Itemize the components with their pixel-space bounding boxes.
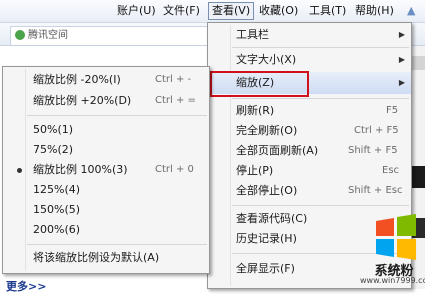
view-item-toolbar[interactable]: 工具栏 ▶ [208,25,411,45]
menu-separator [27,244,207,245]
shirt-icon[interactable]: ▲ [404,3,418,19]
menu-account[interactable]: 账户(U) [114,3,159,19]
menu-tools[interactable]: 工具(T) [306,3,349,19]
zoom-item-100[interactable]: 缩放比例 100%(3) Ctrl + 0 [3,160,209,180]
view-item-full-refresh[interactable]: 完全刷新(O) Ctrl + F5 [208,121,411,141]
menu-favorites[interactable]: 收藏(O) [256,3,301,19]
more-link[interactable]: 更多>> [6,278,46,294]
menu-separator [232,205,409,206]
globe-icon [15,30,25,40]
menu-separator [27,115,207,116]
zoom-item-set-default[interactable]: 将该缩放比例设为默认(A) [3,248,209,268]
zoom-item-125[interactable]: 125%(4) [3,180,209,200]
red-highlight-box [210,71,309,97]
tab-qzone[interactable]: 腾讯空间 [10,26,216,45]
menu-view[interactable]: 查看(V) [208,2,255,20]
submenu-arrow-icon: ▶ [398,78,405,87]
tab-label: 腾讯空间 [28,30,68,41]
zoom-item-increase[interactable]: 缩放比例 +20%(D) Ctrl + = [3,91,209,111]
view-item-refresh-all[interactable]: 全部页面刷新(A) Shift + F5 [208,141,411,161]
menu-bar: 账户(U) 文件(F) 查看(V) 收藏(O) 工具(T) 帮助(H) ▲ [0,0,425,23]
logo-url: www.win7999.com [360,276,425,285]
zoom-item-decrease[interactable]: 缩放比例 -20%(I) Ctrl + - [3,70,209,90]
zoom-item-150[interactable]: 150%(5) [3,200,209,220]
menu-help[interactable]: 帮助(H) [352,3,397,19]
submenu-arrow-icon: ▶ [398,30,405,39]
view-item-stop[interactable]: 停止(P) Esc [208,161,411,181]
view-item-refresh[interactable]: 刷新(R) F5 [208,101,411,121]
view-item-text-size[interactable]: 文字大小(X) ▶ [208,50,411,70]
submenu-arrow-icon: ▶ [398,55,405,64]
checked-radio-icon [17,168,22,173]
menu-separator [232,98,409,99]
zoom-submenu: 缩放比例 -20%(I) Ctrl + - 缩放比例 +20%(D) Ctrl … [2,66,210,274]
windows-logo-icon [376,214,416,260]
zoom-item-50[interactable]: 50%(1) [3,120,209,140]
menu-separator [232,47,409,48]
zoom-item-200[interactable]: 200%(6) [3,220,209,240]
zoom-item-75[interactable]: 75%(2) [3,140,209,160]
view-item-stop-all[interactable]: 全部停止(O) Shift + Esc [208,181,411,201]
menu-file[interactable]: 文件(F) [160,3,203,19]
